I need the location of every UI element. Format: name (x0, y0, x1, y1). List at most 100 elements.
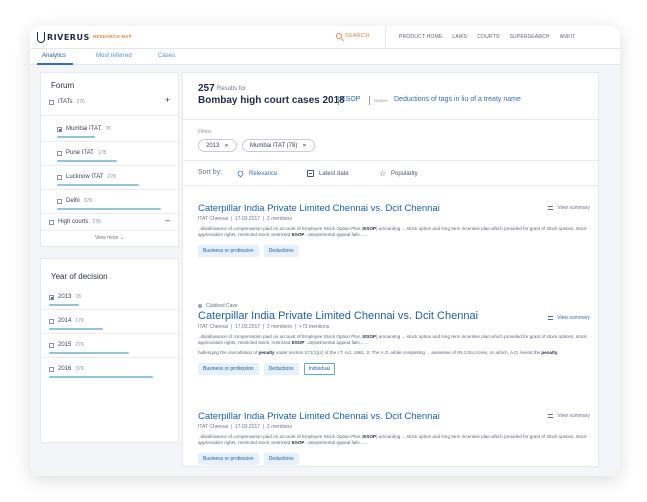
filter-pune-itat[interactable]: Pune ITAT 178 (57, 147, 106, 159)
bench-size: 2 members (267, 424, 293, 430)
filter-count: 378 (75, 366, 84, 372)
result-meta: ITAT Chennai 17.03.2017 2 members (198, 424, 590, 430)
chevron-down-icon: ⌄ (119, 235, 125, 241)
highlighted-keyword: ESOP (363, 226, 376, 231)
checkbox-checked[interactable] (49, 294, 54, 300)
sort-by-label: Sort by: (198, 169, 223, 176)
filter-year-2013[interactable]: 2013 78 (49, 291, 81, 303)
star-icon: ☆ (379, 169, 387, 178)
checkbox[interactable] (49, 342, 54, 348)
filter-count: 376 (76, 99, 85, 105)
view-more-link[interactable]: View more ⌄ (41, 235, 178, 241)
filter-lucknow-itat[interactable]: Lucknow ITAT 278 (57, 171, 116, 183)
view-summary-button[interactable]: View summary (548, 413, 590, 419)
filter-count: 178 (75, 318, 84, 324)
checkbox[interactable] (49, 318, 54, 324)
nav-laws[interactable]: LAWS (452, 34, 467, 40)
count-bar (49, 376, 153, 378)
filter-year-2016[interactable]: 2016 378 (49, 363, 84, 375)
tag-selected[interactable]: Individual (303, 363, 335, 375)
highlighted-keyword: penalty (541, 350, 558, 355)
result-card: View summary Caterpillar India Private L… (198, 203, 590, 257)
divider (183, 160, 598, 161)
result-title[interactable]: Caterpillar India Private Limited Chenna… (198, 411, 590, 422)
nav-supersearch[interactable]: SUPERSEARCH (509, 34, 549, 40)
research-map-label: RESEARCH MAP (93, 34, 132, 39)
filter-label: 2013 (58, 294, 72, 300)
highlighted-keyword: ESOP (291, 340, 305, 345)
sort-latest-date[interactable]: Latest date (307, 170, 349, 177)
view-summary-button[interactable]: View summary (548, 205, 590, 211)
checkbox[interactable] (49, 219, 54, 225)
divider (41, 309, 178, 310)
nav-divider (385, 26, 386, 49)
nav-user[interactable]: ANKIT (560, 34, 576, 40)
tag[interactable]: Business or profession (198, 245, 259, 257)
nav-courts[interactable]: COURTS (477, 34, 499, 40)
result-title[interactable]: Caterpillar India Private Limited Chenna… (198, 310, 590, 322)
checkbox[interactable] (57, 198, 62, 204)
count-bar (57, 184, 139, 186)
search-label: SEARCH (345, 33, 370, 39)
sort-popularity[interactable]: ☆ Popularity (379, 169, 418, 178)
result-card: View summary Caterpillar India Private L… (198, 411, 590, 465)
result-title[interactable]: Caterpillar India Private Limited Chenna… (198, 203, 590, 214)
tab-analytics[interactable]: Analytics (42, 53, 66, 59)
clubbed-case-label: Clubbed Case (198, 303, 590, 309)
checkbox[interactable] (57, 174, 62, 180)
result-tags: Business or profession Deductions (198, 453, 590, 465)
filter-high-courts[interactable]: High courts 378 (49, 216, 101, 228)
count-bar (57, 136, 95, 138)
checkbox-checked[interactable] (57, 126, 62, 132)
issues-label: Issues: (374, 98, 389, 103)
app-window: RIVERUS RESEARCH MAP SEARCH PRODUCT HOME… (30, 26, 620, 476)
top-navbar: RIVERUS RESEARCH MAP SEARCH PRODUCT HOME… (30, 26, 620, 49)
search-button[interactable]: SEARCH (336, 33, 370, 39)
tag[interactable]: Business or profession (198, 363, 259, 375)
filter-delhi[interactable]: Delhi 378 (57, 195, 92, 207)
close-icon[interactable]: ✕ (224, 143, 228, 149)
tab-most-referred[interactable]: Most referred (96, 53, 132, 59)
filter-year-2014[interactable]: 2014 178 (49, 315, 84, 327)
year-filter-panel: Year of decision 2013 78 2014 178 2015 2… (40, 258, 179, 443)
filter-mumbai-itat[interactable]: Mumbai ITAT 78 (57, 123, 111, 135)
court-name: ITAT Chennai (198, 216, 229, 222)
decision-date: 17.03.2017 (235, 324, 261, 330)
filter-chip-2013[interactable]: 2013 ✕ (198, 139, 237, 152)
query-tag[interactable]: ESOP (341, 96, 360, 103)
mentions-count[interactable]: +73 mentions (299, 324, 329, 330)
search-query: Bombay high court cases 2018 (198, 95, 345, 106)
tag[interactable]: Business or profession (198, 453, 259, 465)
checkbox[interactable] (49, 366, 54, 372)
result-meta: ITAT Chennai 17.03.2017 2 members +73 menti… (198, 324, 590, 330)
chip-label: Mumbai ITAT (78) (250, 142, 298, 149)
filter-itats[interactable]: ITATs 376 (49, 96, 85, 108)
filter-count: 178 (97, 150, 107, 156)
chip-label: 2013 (206, 142, 220, 149)
highlighted-keyword: penalty (258, 350, 275, 355)
collapse-high-courts-toggle[interactable]: – (165, 215, 170, 225)
filter-label: High courts (58, 219, 89, 225)
result-meta: ITAT Chennai 17.03.2017 2 members (198, 216, 590, 222)
checkbox[interactable] (49, 99, 54, 105)
issues-value[interactable]: Deductions of tags in liu of a treaty na… (394, 96, 521, 103)
tab-cases[interactable]: Cases (158, 53, 175, 59)
view-summary-button[interactable]: View summary (548, 315, 590, 321)
nav-product-home[interactable]: PRODUCT HOME (399, 34, 442, 40)
tag[interactable]: Deductions (263, 453, 299, 465)
tag[interactable]: Deductions (263, 245, 299, 257)
tag[interactable]: Deductions (263, 363, 299, 375)
view-summary-label: View summary (557, 315, 590, 321)
filter-count: 278 (75, 342, 84, 348)
result-snippet: ..disallowance of compensation paid on a… (198, 434, 587, 445)
close-icon[interactable]: ✕ (302, 143, 306, 149)
filter-chip-mumbai-itat[interactable]: Mumbai ITAT (78) ✕ (242, 139, 315, 152)
expand-itats-toggle[interactable]: + (165, 95, 170, 105)
forum-filter-panel: Forum ITATs 376 + Mumbai ITAT 78 Pune IT… (40, 72, 179, 247)
riverus-logo[interactable]: RIVERUS (37, 32, 90, 43)
filter-year-2015[interactable]: 2015 278 (49, 339, 84, 351)
checkbox[interactable] (57, 150, 62, 156)
divider (41, 213, 178, 214)
highlighted-keyword: ESOP (291, 440, 305, 445)
sort-relevance[interactable]: Relevance (236, 169, 277, 178)
